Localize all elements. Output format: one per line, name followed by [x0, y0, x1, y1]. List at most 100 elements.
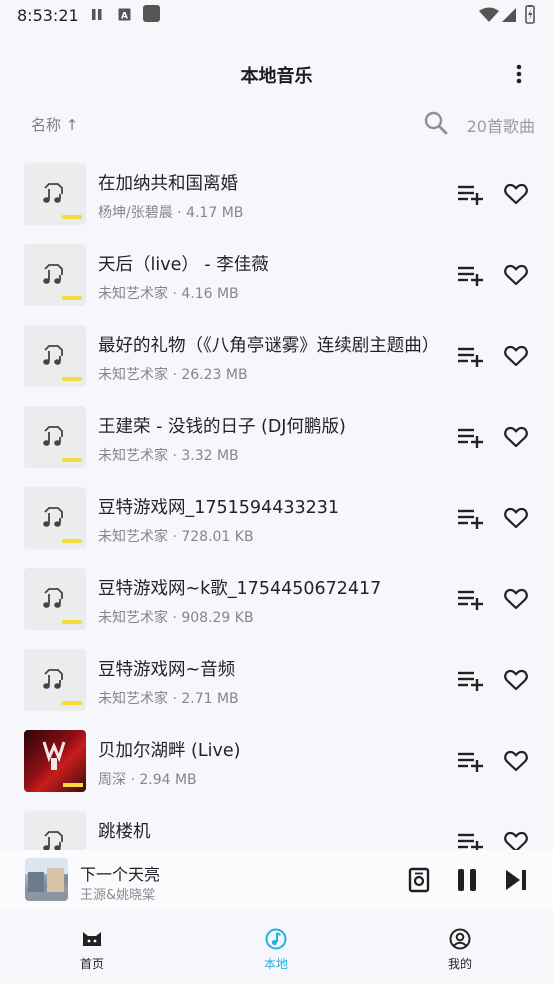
song-title: 豆特游戏网_1751594433231	[98, 498, 339, 518]
song-row[interactable]: 天后（live） - 李佳薇 未知艺术家 · 4.16 MB	[0, 233, 553, 314]
song-title: 王建荣 - 没钱的日子 (DJ何鹏版)	[98, 417, 346, 437]
heart-icon[interactable]	[503, 829, 529, 850]
heart-icon[interactable]	[503, 343, 529, 369]
add-to-playlist-icon[interactable]	[456, 830, 484, 850]
song-cover	[24, 325, 86, 387]
add-to-playlist-icon[interactable]	[456, 344, 484, 368]
nav-label: 我的	[447, 957, 472, 971]
add-to-playlist-icon[interactable]	[456, 506, 484, 530]
battery-icon	[525, 5, 535, 24]
song-cover	[24, 406, 86, 468]
now-playing-cover	[25, 858, 68, 901]
heart-icon[interactable]	[503, 586, 529, 612]
song-subtitle: 未知艺术家 · 26.23 MB	[98, 367, 248, 383]
song-row[interactable]: 豆特游戏网_1751594433231 未知艺术家 · 728.01 KB	[0, 476, 553, 557]
cover-accent-bar	[62, 215, 82, 219]
sort-by-name-button[interactable]: 名称 ↑	[31, 114, 78, 135]
cover-accent-bar	[62, 377, 82, 381]
now-playing-artist: 王源&姚晓棠	[80, 888, 156, 903]
nav-mine[interactable]: 我的	[415, 928, 505, 972]
add-to-playlist-icon[interactable]	[456, 668, 484, 692]
add-to-playlist-icon[interactable]	[456, 749, 484, 773]
status-time: 8:53:21	[17, 6, 79, 25]
music-note-icon	[43, 264, 63, 284]
sort-row: 名称 ↑ 20首歌曲	[0, 106, 553, 142]
album-art-image	[25, 858, 68, 901]
playlist-icon[interactable]	[405, 866, 433, 894]
music-note-icon	[43, 426, 63, 446]
heart-icon[interactable]	[503, 424, 529, 450]
song-title: 豆特游戏网~k歌_1754450672417	[98, 579, 382, 599]
now-playing-bar[interactable]: 下一个天亮 王源&姚晓棠	[0, 850, 553, 910]
music-note-icon	[43, 345, 63, 365]
bottom-navigation: 首页 本地 我的	[0, 910, 553, 984]
song-row[interactable]: 在加纳共和国离婚 杨坤/张碧晨 · 4.17 MB	[0, 152, 553, 233]
album-art-image	[24, 730, 86, 792]
song-subtitle: 未知艺术家 · 4.16 MB	[98, 286, 239, 302]
song-cover	[24, 487, 86, 549]
song-row[interactable]: 跳楼机	[0, 800, 553, 850]
add-to-playlist-icon[interactable]	[456, 425, 484, 449]
cover-accent-bar	[62, 296, 82, 300]
a-status-icon: A	[118, 8, 131, 22]
more-options-icon[interactable]	[507, 62, 531, 86]
song-cover	[24, 649, 86, 711]
add-to-playlist-icon[interactable]	[456, 182, 484, 206]
song-title: 最好的礼物（《八角亭谜雾》连续剧主题曲）	[98, 336, 440, 356]
song-count: 20首歌曲	[466, 117, 535, 136]
pause-icon[interactable]	[453, 866, 481, 894]
song-list: 在加纳共和国离婚 杨坤/张碧晨 · 4.17 MB 天后（live） - 李佳薇…	[0, 152, 553, 850]
cover-accent-bar	[62, 620, 82, 624]
song-title: 天后（live） - 李佳薇	[98, 255, 269, 275]
svg-text:A: A	[121, 12, 128, 22]
song-title: 跳楼机	[98, 822, 151, 842]
heart-icon[interactable]	[503, 667, 529, 693]
music-note-icon	[43, 669, 63, 689]
cover-accent-bar	[62, 458, 82, 462]
microphone-hand-logo	[42, 741, 66, 770]
song-subtitle: 未知艺术家 · 908.29 KB	[98, 610, 254, 626]
song-row[interactable]: 贝加尔湖畔 (Live) 周深 · 2.94 MB	[0, 719, 553, 800]
cat-icon	[83, 932, 101, 946]
next-track-icon[interactable]	[502, 866, 530, 894]
song-subtitle: 未知艺术家 · 3.32 MB	[98, 448, 239, 464]
song-subtitle: 杨坤/张碧晨 · 4.17 MB	[98, 205, 244, 221]
app-status-icon	[143, 5, 160, 22]
music-note-icon	[43, 588, 63, 608]
search-icon[interactable]	[423, 110, 449, 136]
page-title: 本地音乐	[240, 66, 313, 87]
cover-accent-bar	[62, 539, 82, 543]
now-playing-title: 下一个天亮	[80, 865, 161, 884]
nav-label: 首页	[79, 957, 104, 971]
song-row[interactable]: 王建荣 - 没钱的日子 (DJ何鹏版) 未知艺术家 · 3.32 MB	[0, 395, 553, 476]
song-subtitle: 未知艺术家 · 728.01 KB	[98, 529, 254, 545]
song-cover	[24, 568, 86, 630]
song-cover	[24, 244, 86, 306]
add-to-playlist-icon[interactable]	[456, 263, 484, 287]
cover-accent-bar	[62, 701, 82, 705]
pause-status-icon	[92, 9, 102, 20]
song-row[interactable]: 豆特游戏网~音频 未知艺术家 · 2.71 MB	[0, 638, 553, 719]
music-note-icon	[43, 507, 63, 527]
song-row[interactable]: 最好的礼物（《八角亭谜雾》连续剧主题曲） 未知艺术家 · 26.23 MB	[0, 314, 553, 395]
nav-home[interactable]: 首页	[47, 928, 137, 972]
add-to-playlist-icon[interactable]	[456, 587, 484, 611]
cover-accent-bar	[63, 783, 83, 787]
song-title: 在加纳共和国离婚	[98, 174, 238, 194]
song-cover-art	[24, 730, 86, 792]
nav-local[interactable]: 本地	[231, 928, 321, 972]
music-note-icon	[265, 928, 287, 950]
heart-icon[interactable]	[503, 748, 529, 774]
heart-icon[interactable]	[503, 181, 529, 207]
music-note-icon	[43, 183, 63, 203]
song-title: 贝加尔湖畔 (Live)	[98, 741, 241, 761]
signal-icon	[502, 8, 516, 22]
song-row[interactable]: 豆特游戏网~k歌_1754450672417 未知艺术家 · 908.29 KB	[0, 557, 553, 638]
heart-icon[interactable]	[503, 262, 529, 288]
nav-label: 本地	[263, 957, 288, 971]
song-cover	[24, 811, 86, 850]
music-note-icon	[43, 831, 63, 850]
heart-icon[interactable]	[503, 505, 529, 531]
status-bar: 8:53:21 A	[0, 0, 553, 32]
song-subtitle: 周深 · 2.94 MB	[98, 772, 197, 788]
